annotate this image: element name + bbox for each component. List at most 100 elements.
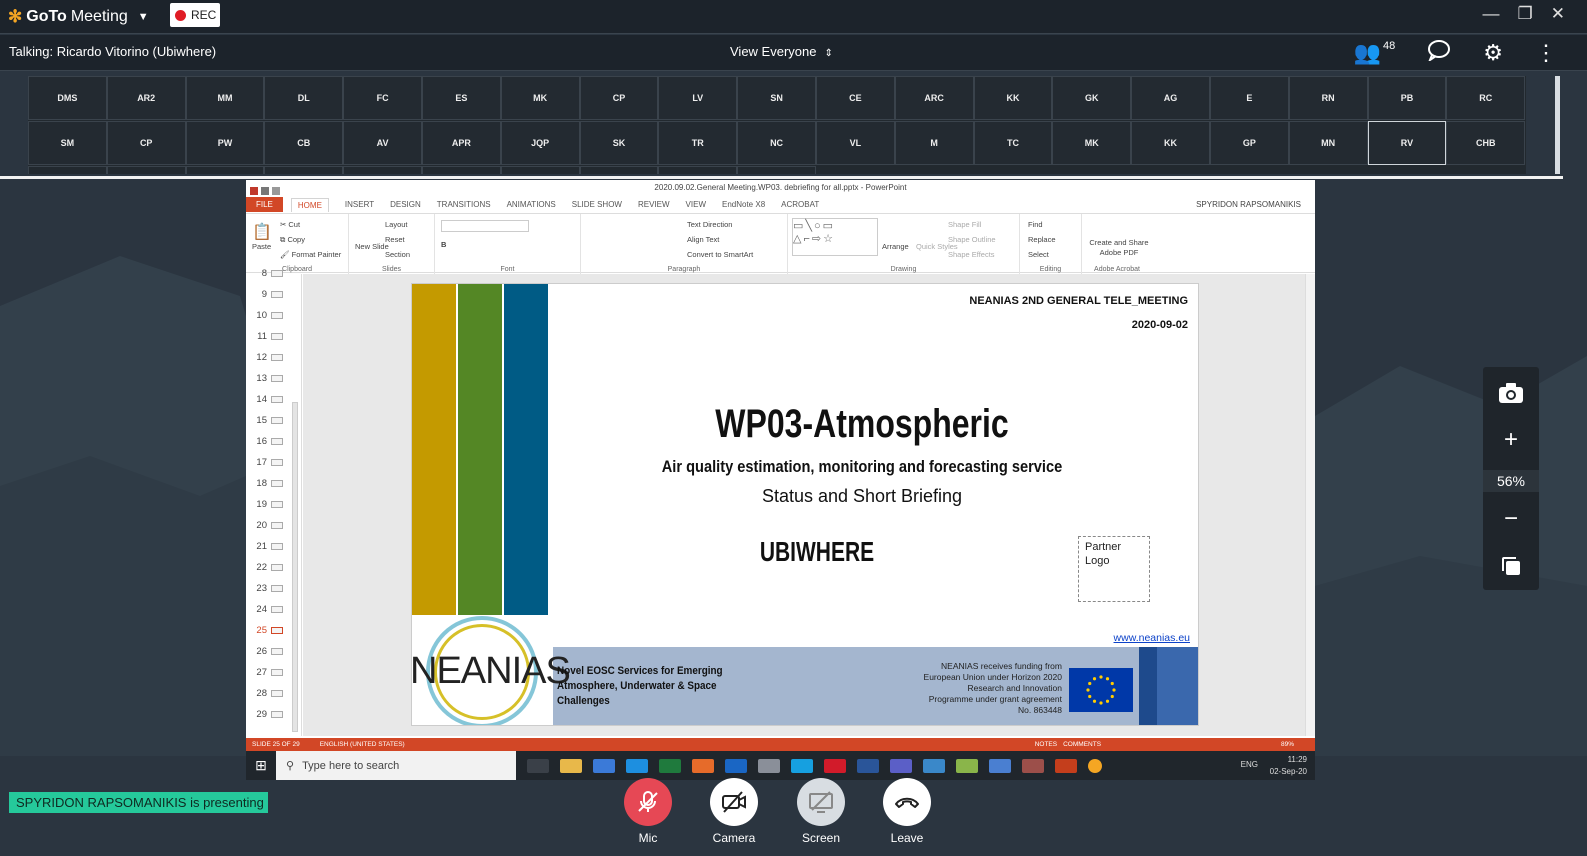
slide-thumbnail[interactable]: 29	[249, 709, 283, 720]
slide-thumbnail[interactable]: 18	[249, 478, 283, 489]
clock[interactable]: 11:29 02-Sep-20	[1270, 754, 1307, 778]
attendee-tile[interactable]: LV	[658, 76, 738, 120]
text-direction-button[interactable]: Text Direction	[687, 220, 732, 229]
ribbon-tab[interactable]: FILE	[246, 197, 283, 212]
slide-thumbnail[interactable]: 23	[249, 583, 283, 594]
leave-button[interactable]	[883, 778, 931, 826]
attendee-tile[interactable]: ES	[421, 76, 501, 120]
paste-button[interactable]: Paste	[252, 242, 271, 251]
cut-button[interactable]: ✂ Cut	[280, 220, 300, 229]
undo-icon[interactable]	[272, 187, 280, 195]
ribbon-tab[interactable]: HOME	[290, 197, 329, 212]
notes-button[interactable]: NOTES	[1035, 741, 1057, 748]
edge-icon[interactable]	[626, 758, 648, 773]
attendee-tile[interactable]: MM	[185, 76, 265, 120]
opera-icon[interactable]	[824, 758, 846, 773]
slide-thumbnail[interactable]: 8	[249, 268, 283, 279]
attendee-tile[interactable]: GK	[1052, 76, 1132, 120]
convert-smartart-button[interactable]: Convert to SmartArt	[687, 250, 753, 259]
settings-button[interactable]: ⚙	[1483, 40, 1503, 66]
file-explorer-icon[interactable]	[560, 758, 582, 773]
attendee-tile[interactable]: CE	[815, 76, 895, 120]
ribbon-tab[interactable]: SLIDE SHOW	[572, 200, 622, 209]
language-indicator[interactable]: ENGLISH (UNITED STATES)	[320, 741, 405, 748]
slide-thumbnail[interactable]: 16	[249, 436, 283, 447]
app-icon-2[interactable]	[923, 758, 945, 773]
outlook-icon[interactable]	[725, 758, 747, 773]
ribbon-tab[interactable]: INSERT	[345, 200, 374, 209]
windows-start-icon[interactable]: ⊞	[246, 757, 276, 774]
new-slide-button[interactable]: New Slide	[355, 242, 389, 251]
taskbar-search[interactable]: ⚲ Type here to search	[276, 751, 516, 780]
slide-thumbnail[interactable]: 10	[249, 310, 283, 321]
slide-thumbnail[interactable]: 13	[249, 373, 283, 384]
chat-button[interactable]	[1427, 39, 1451, 67]
view-selector[interactable]: View Everyone ⇕	[730, 44, 833, 59]
camera-button[interactable]	[710, 778, 758, 826]
close-button[interactable]: ✕	[1551, 4, 1565, 24]
word-icon[interactable]	[857, 758, 879, 773]
skype-icon[interactable]	[791, 758, 813, 773]
shapes-gallery[interactable]: ▭╲○▭ △⌐⇨☆	[792, 218, 878, 256]
attendee-tile[interactable]: ARC	[894, 76, 974, 120]
ribbon-tab[interactable]: ACROBAT	[781, 200, 819, 209]
screen-control[interactable]: Screen	[791, 778, 851, 845]
app-icon-4[interactable]	[989, 758, 1011, 773]
leave-control[interactable]: Leave	[877, 778, 937, 845]
slide-thumbnail[interactable]: 12	[249, 352, 283, 363]
ribbon-tab[interactable]: VIEW	[686, 200, 706, 209]
rec-indicator[interactable]: REC	[170, 3, 220, 27]
zoom-in-button[interactable]: +	[1493, 422, 1529, 458]
slide-thumbnail[interactable]: 28	[249, 688, 283, 699]
attendee-tile[interactable]: AR2	[106, 76, 186, 120]
minimize-button[interactable]: —	[1483, 4, 1500, 24]
slide-thumbnail[interactable]: 9	[249, 289, 283, 300]
slide-thumbnail[interactable]: 24	[249, 604, 283, 615]
thumbnail-scrollbar[interactable]	[292, 402, 298, 732]
more-options-button[interactable]: ⋮	[1535, 40, 1557, 66]
mic-control[interactable]: Mic	[618, 778, 678, 845]
app-icon-5[interactable]	[1022, 758, 1044, 773]
settings-app-icon[interactable]	[593, 758, 615, 773]
attendee-tile[interactable]: FC	[343, 76, 422, 120]
mic-button[interactable]	[624, 778, 672, 826]
slide-thumbnail[interactable]: 17	[249, 457, 283, 468]
comments-button[interactable]: COMMENTS	[1063, 741, 1101, 748]
slide-scrollbar[interactable]	[1305, 274, 1315, 736]
arrange-button[interactable]: Arrange	[882, 242, 909, 251]
slide-thumbnail[interactable]: 11	[249, 331, 283, 342]
attendee-tile[interactable]: AG	[1131, 76, 1210, 120]
attendee-tile[interactable]: E	[1209, 76, 1289, 120]
slide-thumbnail[interactable]: 20	[249, 520, 283, 531]
reset-button[interactable]: Reset	[385, 235, 405, 244]
bold-button[interactable]: B	[441, 240, 446, 249]
slide-thumbnail[interactable]: 25	[249, 625, 283, 636]
slide-thumbnail[interactable]: 27	[249, 667, 283, 678]
screen-button[interactable]	[797, 778, 845, 826]
copy-button[interactable]: ⧉ Copy	[280, 235, 305, 245]
shape-effects-button[interactable]: Shape Effects	[948, 250, 995, 259]
attendee-tile[interactable]: DMS	[28, 76, 107, 120]
attendee-tile[interactable]: MK	[500, 76, 580, 120]
attendees-button[interactable]: 👥 48	[1354, 40, 1396, 66]
language-tray[interactable]: ENG	[1241, 760, 1258, 769]
shared-screen[interactable]: 2020.09.02.General Meeting.WP03. debrief…	[246, 180, 1315, 780]
ribbon-tab[interactable]: ANIMATIONS	[507, 200, 556, 209]
save-icon[interactable]	[261, 187, 269, 195]
powerpoint-taskbar-icon[interactable]	[1055, 758, 1077, 773]
app-icon[interactable]	[758, 758, 780, 773]
shape-outline-button[interactable]: Shape Outline	[948, 235, 996, 244]
teams-icon[interactable]	[890, 758, 912, 773]
ribbon-tab[interactable]: REVIEW	[638, 200, 670, 209]
ribbon-tab[interactable]: EndNote X8	[722, 200, 765, 209]
neanias-link[interactable]: www.neanias.eu	[1114, 632, 1190, 644]
shape-fill-button[interactable]: Shape Fill	[948, 220, 981, 229]
format-painter-button[interactable]: 🖌 Format Painter	[280, 250, 341, 259]
slide-thumbnail[interactable]: 14	[249, 394, 283, 405]
attendee-tile[interactable]: PB	[1367, 76, 1447, 120]
popout-button[interactable]	[1493, 548, 1529, 584]
select-button[interactable]: Select	[1028, 250, 1049, 259]
attendee-tile[interactable]: SN	[737, 76, 816, 120]
attendee-tile[interactable]: KK	[973, 76, 1053, 120]
zoom-out-button[interactable]: −	[1493, 501, 1529, 537]
